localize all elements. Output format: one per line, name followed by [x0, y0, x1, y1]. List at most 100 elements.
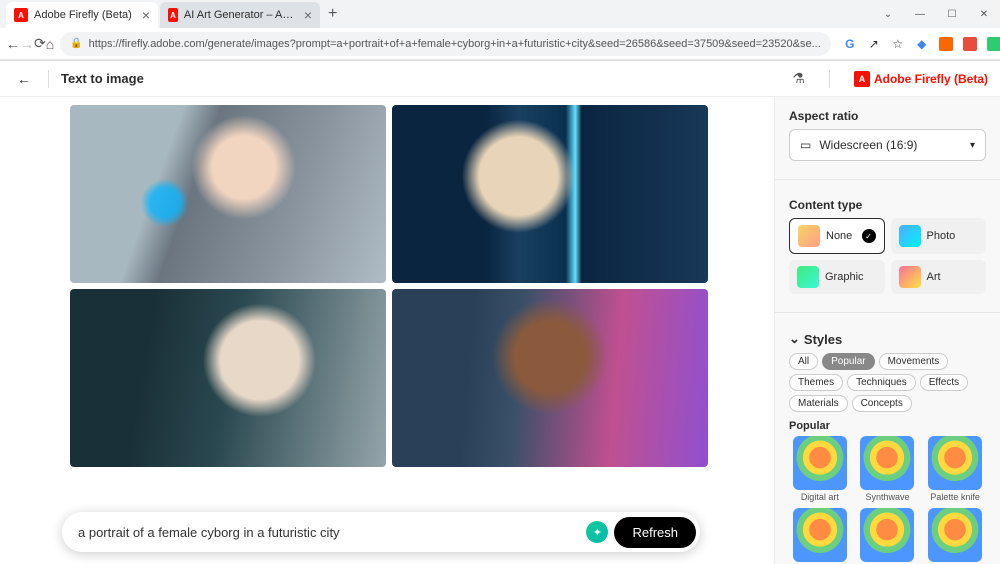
- style-tab-concepts[interactable]: Concepts: [852, 395, 912, 412]
- art-icon: [899, 266, 921, 288]
- chip-label: Photo: [927, 230, 956, 242]
- tab-strip: A Adobe Firefly (Beta) × A AI Art Genera…: [0, 0, 1000, 28]
- style-thumb: [860, 508, 914, 562]
- page-title: Text to image: [61, 71, 144, 86]
- chip-label: Art: [927, 271, 941, 283]
- widescreen-icon: ▭: [800, 138, 811, 152]
- style-tabs: All Popular Movements Themes Techniques …: [789, 353, 986, 412]
- prompt-bar: ✦ Refresh: [62, 512, 700, 552]
- favicon-icon: A: [14, 8, 28, 22]
- new-tab-button[interactable]: +: [322, 3, 343, 25]
- maximize-icon[interactable]: ☐: [936, 0, 968, 28]
- content-type-none[interactable]: None ✓: [789, 218, 885, 254]
- star-icon[interactable]: ☆: [891, 37, 905, 51]
- share-icon[interactable]: ↗: [867, 37, 881, 51]
- style-thumb: [793, 436, 847, 490]
- styles-section: ⌄ Styles All Popular Movements Themes Te…: [789, 331, 986, 564]
- generated-image[interactable]: [70, 289, 386, 467]
- browser-tab[interactable]: A AI Art Generator – Adobe Firefly ×: [160, 2, 320, 28]
- home-icon[interactable]: ⌂: [46, 32, 54, 56]
- style-tab-materials[interactable]: Materials: [789, 395, 848, 412]
- extension-icon[interactable]: [939, 37, 953, 51]
- tab-title: AI Art Generator – Adobe Firefly: [184, 9, 294, 21]
- browser-chrome: A Adobe Firefly (Beta) × A AI Art Genera…: [0, 0, 1000, 61]
- divider: [775, 312, 1000, 313]
- style-layered-paper[interactable]: Layered paper: [789, 508, 851, 564]
- google-icon[interactable]: G: [843, 37, 857, 51]
- close-icon[interactable]: ×: [304, 7, 312, 23]
- divider: [829, 70, 830, 88]
- generated-image[interactable]: [392, 105, 708, 283]
- aspect-ratio-select[interactable]: ▭ Widescreen (16:9) ▾: [789, 129, 986, 161]
- app-header: ← Text to image ⚗ A Adobe Firefly (Beta): [0, 61, 1000, 97]
- none-icon: [798, 225, 820, 247]
- extension-icon[interactable]: ◆: [915, 37, 929, 51]
- nav-bar: ← → ⟳ ⌂ 🔒 https://firefly.adobe.com/gene…: [0, 28, 1000, 60]
- url-text: https://firefly.adobe.com/generate/image…: [89, 38, 821, 50]
- style-tab-techniques[interactable]: Techniques: [847, 374, 916, 391]
- brand-label: Adobe Firefly (Beta): [874, 72, 988, 86]
- extension-icon[interactable]: [963, 37, 977, 51]
- check-icon: ✓: [862, 229, 876, 243]
- forward-icon[interactable]: →: [20, 32, 34, 56]
- tab-title: Adobe Firefly (Beta): [34, 9, 132, 21]
- graphic-icon: [797, 266, 819, 288]
- close-icon[interactable]: ×: [142, 7, 150, 23]
- chip-label: Graphic: [825, 271, 864, 283]
- back-icon[interactable]: ←: [6, 32, 20, 56]
- brand-badge[interactable]: A Adobe Firefly (Beta): [854, 71, 988, 87]
- style-tab-effects[interactable]: Effects: [920, 374, 968, 391]
- favicon-icon: A: [168, 8, 178, 22]
- style-tab-all[interactable]: All: [789, 353, 818, 370]
- style-digital-art[interactable]: Digital art: [789, 436, 851, 502]
- browser-tab[interactable]: A Adobe Firefly (Beta) ×: [6, 2, 158, 28]
- reload-icon[interactable]: ⟳: [34, 32, 46, 56]
- style-thumb: [793, 508, 847, 562]
- generated-image[interactable]: [392, 289, 708, 467]
- prompt-input[interactable]: [78, 525, 586, 540]
- content-type-art[interactable]: Art: [891, 260, 987, 294]
- beaker-icon[interactable]: ⚗: [792, 70, 805, 87]
- style-group-label: Popular: [789, 420, 986, 432]
- divider: [48, 70, 49, 88]
- style-tab-popular[interactable]: Popular: [822, 353, 874, 370]
- lock-icon: 🔒: [70, 38, 82, 49]
- style-thumb: [928, 436, 982, 490]
- address-bar[interactable]: 🔒 https://firefly.adobe.com/generate/ima…: [60, 32, 831, 56]
- aspect-ratio-label: Aspect ratio: [789, 109, 986, 123]
- generated-image[interactable]: [70, 105, 386, 283]
- content-type-section: Content type None ✓ Photo Graphic: [789, 198, 986, 294]
- adobe-logo-icon: A: [854, 71, 870, 87]
- content-type-photo[interactable]: Photo: [891, 218, 987, 254]
- chevron-down-icon: ▾: [970, 140, 975, 151]
- style-palette-knife[interactable]: Palette knife: [924, 436, 986, 502]
- photo-icon: [899, 225, 921, 247]
- back-button[interactable]: ←: [12, 67, 36, 91]
- style-tab-themes[interactable]: Themes: [789, 374, 843, 391]
- close-window-icon[interactable]: ✕: [968, 0, 1000, 28]
- image-grid: [70, 105, 708, 467]
- sparkle-icon[interactable]: ✦: [586, 521, 608, 543]
- canvas-area: ✦ Refresh: [0, 97, 774, 564]
- styles-header[interactable]: ⌄ Styles: [789, 331, 986, 347]
- extension-icon[interactable]: [987, 37, 1000, 51]
- content-type-label: Content type: [789, 198, 986, 212]
- window-controls: ⌄ — ☐ ✕: [872, 0, 1000, 28]
- side-panel[interactable]: Aspect ratio ▭ Widescreen (16:9) ▾ Conte…: [774, 97, 1000, 564]
- styles-label: Styles: [804, 332, 842, 347]
- content-type-graphic[interactable]: Graphic: [789, 260, 885, 294]
- style-thumb: [928, 508, 982, 562]
- style-neon[interactable]: Neon: [857, 508, 919, 564]
- main-content: ✦ Refresh Aspect ratio ▭ Widescreen (16:…: [0, 97, 1000, 564]
- refresh-button[interactable]: Refresh: [614, 517, 696, 548]
- aspect-ratio-value: Widescreen (16:9): [819, 138, 917, 152]
- style-chaotic[interactable]: Chaotic: [924, 508, 986, 564]
- aspect-ratio-section: Aspect ratio ▭ Widescreen (16:9) ▾: [789, 109, 986, 161]
- minimize-icon[interactable]: —: [904, 0, 936, 28]
- extension-icons: G ↗ ☆ ◆ ✦ ▭ ⋮: [837, 37, 1000, 51]
- style-thumb: [860, 436, 914, 490]
- divider: [775, 179, 1000, 180]
- chevron-down-icon[interactable]: ⌄: [872, 0, 904, 28]
- style-synthwave[interactable]: Synthwave: [857, 436, 919, 502]
- style-tab-movements[interactable]: Movements: [879, 353, 949, 370]
